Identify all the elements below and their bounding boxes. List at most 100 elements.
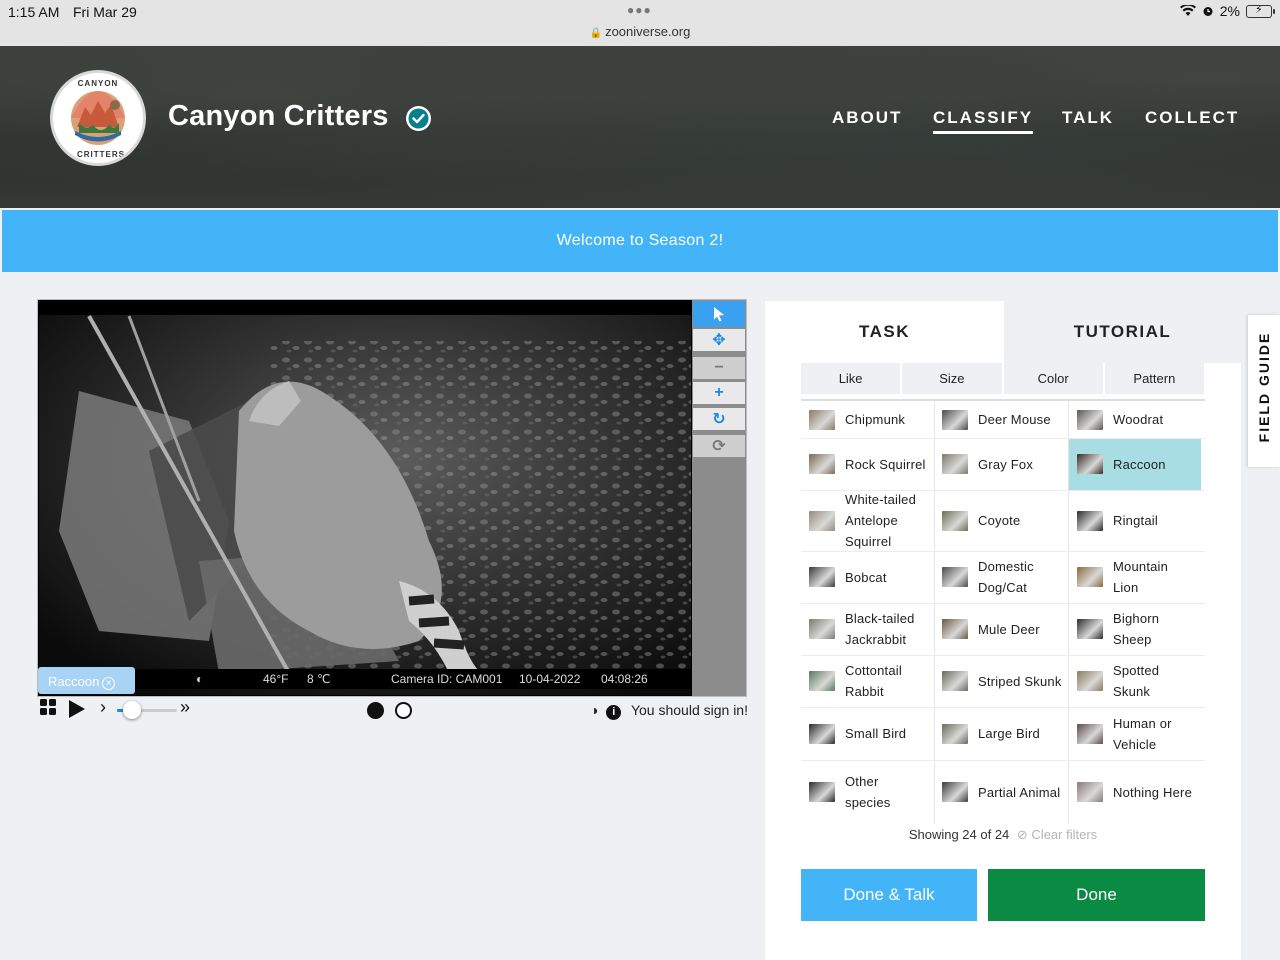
field-guide-tab[interactable]: FIELD GUIDE xyxy=(1248,315,1280,467)
move-tool-icon[interactable]: ✥ xyxy=(693,329,745,351)
info-icon[interactable]: i xyxy=(606,705,622,720)
species-label: Raccoon xyxy=(1113,456,1166,472)
species-option-nothing-here[interactable]: Nothing Here xyxy=(1069,760,1201,824)
grid-separator xyxy=(801,707,1205,708)
project-logo[interactable]: CANYON CRITTERS xyxy=(50,70,146,166)
species-thumbnail xyxy=(1077,454,1103,474)
slower-icon[interactable]: › xyxy=(100,697,106,718)
frame-dot-1[interactable] xyxy=(367,702,384,719)
species-option-black-tailed-jackrabbit[interactable]: Black-tailed Jackrabbit xyxy=(801,603,933,655)
done-and-talk-button[interactable]: Done & Talk xyxy=(801,869,977,921)
address-bar[interactable]: 🔒 zooniverse.org xyxy=(0,24,1280,39)
viewer-controls: › » ◑ i You should sign in! xyxy=(40,697,750,724)
frame-dot-2[interactable] xyxy=(395,702,412,719)
species-option-spotted-skunk[interactable]: Spotted Skunk xyxy=(1069,655,1201,707)
species-thumbnail xyxy=(1077,782,1103,802)
verified-badge-icon xyxy=(406,106,431,131)
species-option-deer-mouse[interactable]: Deer Mouse xyxy=(934,401,1068,438)
species-thumbnail xyxy=(942,723,968,744)
filter-like[interactable]: Like xyxy=(801,363,901,394)
species-thumbnail xyxy=(809,409,835,430)
species-option-chipmunk[interactable]: Chipmunk xyxy=(801,401,933,438)
species-label: Other species xyxy=(845,774,891,810)
species-label: Coyote xyxy=(978,513,1021,528)
showing-text: Showing 24 of 24 xyxy=(908,827,1010,842)
species-option-partial-animal[interactable]: Partial Animal xyxy=(934,760,1068,824)
grid-separator xyxy=(801,551,1205,552)
signin-text[interactable]: You should sign in! xyxy=(631,702,748,718)
play-icon[interactable] xyxy=(67,699,87,724)
tag-label: Raccoon xyxy=(48,674,100,689)
nav-talk[interactable]: TALK xyxy=(1062,108,1114,128)
species-option-human-or-vehicle[interactable]: Human or Vehicle xyxy=(1069,707,1201,760)
subject-viewer: ◐ 46°F 8 ℃ Camera ID: CAM001 10-04-2022 … xyxy=(37,299,747,697)
status-date: Fri Mar 29 xyxy=(73,4,137,20)
filter-size[interactable]: Size xyxy=(902,363,1002,394)
species-option-bighorn-sheep[interactable]: Bighorn Sheep xyxy=(1069,603,1201,655)
camera-id: Camera ID: CAM001 xyxy=(391,672,503,686)
species-option-cottontail-rabbit[interactable]: Cottontail Rabbit xyxy=(801,655,933,707)
species-option-small-bird[interactable]: Small Bird xyxy=(801,707,933,760)
faster-icon[interactable]: » xyxy=(180,697,190,718)
species-option-bobcat[interactable]: Bobcat xyxy=(801,551,933,603)
species-option-white-tailed-antelope-squirrel[interactable]: White-tailed Antelope Squirrel xyxy=(801,490,933,551)
filter-color[interactable]: Color xyxy=(1003,363,1103,394)
speed-slider-handle[interactable] xyxy=(123,701,141,719)
project-header: CANYON CRITTERS Canyon Critters ABOUT CL… xyxy=(0,46,1280,208)
annotate-tool-icon[interactable] xyxy=(693,301,745,327)
filter-bar: Like Size Color Pattern xyxy=(801,363,1204,394)
species-label: Spotted Skunk xyxy=(1113,663,1160,699)
species-option-other-species[interactable]: Other species xyxy=(801,760,933,824)
announcement-banner[interactable]: Welcome to Season 2! xyxy=(2,210,1278,272)
species-thumbnail xyxy=(942,619,968,639)
more-dots-icon[interactable]: ●●● xyxy=(627,3,652,17)
zoom-out-icon[interactable]: − xyxy=(693,357,745,379)
nav-classify[interactable]: CLASSIFY xyxy=(933,108,1034,134)
species-option-coyote[interactable]: Coyote xyxy=(934,490,1068,551)
svg-text:CRITTERS: CRITTERS xyxy=(77,150,125,159)
remove-tag-icon[interactable]: × xyxy=(102,677,116,690)
invert-colors-icon[interactable]: ◑ xyxy=(590,702,598,718)
species-option-large-bird[interactable]: Large Bird xyxy=(934,707,1068,760)
grid-separator xyxy=(801,490,1205,491)
selected-species-tag[interactable]: Raccoon × xyxy=(38,667,135,694)
clear-filters-label: Clear filters xyxy=(1031,827,1098,842)
nav-about[interactable]: ABOUT xyxy=(832,108,902,128)
signin-notice: ◑ i You should sign in! xyxy=(590,702,748,720)
grid-separator xyxy=(801,760,1205,761)
nav-collect[interactable]: COLLECT xyxy=(1145,108,1239,128)
species-label: Mule Deer xyxy=(978,621,1040,637)
task-panel: TASK TUTORIAL Like Size Color Pattern Ch… xyxy=(765,301,1241,960)
grid-separator xyxy=(801,655,1205,656)
species-option-raccoon[interactable]: Raccoon xyxy=(1069,438,1201,490)
species-label: Ringtail xyxy=(1113,513,1158,528)
project-title[interactable]: Canyon Critters xyxy=(168,100,389,133)
grid-view-icon[interactable] xyxy=(40,699,57,721)
species-option-ringtail[interactable]: Ringtail xyxy=(1069,490,1201,551)
species-option-mule-deer[interactable]: Mule Deer xyxy=(934,603,1068,655)
subject-image[interactable]: ◐ 46°F 8 ℃ Camera ID: CAM001 10-04-2022 … xyxy=(39,301,691,695)
species-option-domestic-dog-cat[interactable]: Domestic Dog/Cat xyxy=(934,551,1068,603)
species-thumbnail xyxy=(809,454,835,474)
filter-pattern[interactable]: Pattern xyxy=(1104,363,1204,394)
status-indicators: 2% ⚡ xyxy=(1179,3,1275,19)
species-thumbnail xyxy=(1077,671,1103,691)
tab-task[interactable]: TASK xyxy=(765,301,1004,363)
species-option-striped-skunk[interactable]: Striped Skunk xyxy=(934,655,1068,707)
reset-icon[interactable]: ⟳ xyxy=(693,435,745,457)
species-thumbnail xyxy=(809,782,835,802)
moon-phase-icon: ◐ xyxy=(196,672,204,686)
rotate-icon[interactable]: ↻ xyxy=(693,408,745,430)
species-label: Chipmunk xyxy=(845,412,906,427)
clear-filters-button[interactable]: ⊘ Clear filters xyxy=(1017,827,1097,842)
species-option-rock-squirrel[interactable]: Rock Squirrel xyxy=(801,438,933,490)
done-button[interactable]: Done xyxy=(988,869,1205,921)
species-label: Cottontail Rabbit xyxy=(845,663,902,699)
capture-date: 10-04-2022 xyxy=(519,672,581,686)
species-thumbnail xyxy=(1077,619,1103,639)
species-option-mountain-lion[interactable]: Mountain Lion xyxy=(1069,551,1201,603)
tab-tutorial[interactable]: TUTORIAL xyxy=(1004,301,1241,363)
species-option-gray-fox[interactable]: Gray Fox xyxy=(934,438,1068,490)
species-option-woodrat[interactable]: Woodrat xyxy=(1069,401,1201,438)
zoom-in-icon[interactable]: + xyxy=(693,382,745,404)
